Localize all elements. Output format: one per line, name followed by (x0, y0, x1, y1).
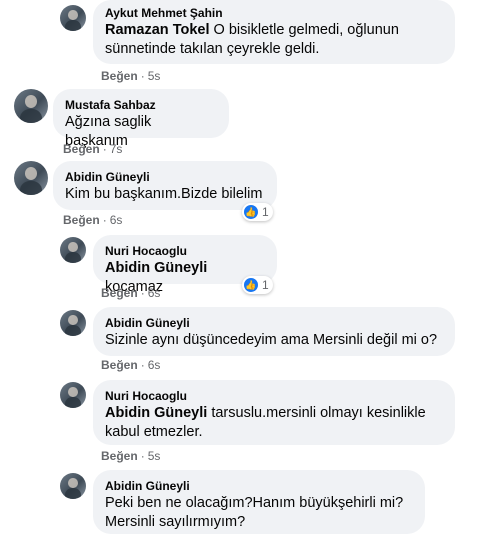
like-reaction-icon: 👍 (244, 205, 258, 219)
comment-time[interactable]: 5s (148, 69, 161, 83)
avatar[interactable] (14, 89, 48, 123)
reaction-count[interactable]: 👍 1 (242, 276, 273, 294)
comment-time[interactable]: 6s (110, 213, 123, 227)
avatar[interactable] (60, 473, 86, 499)
like-button[interactable]: Beğen (101, 69, 138, 83)
comment-bubble: Abidin Güneyli Peki ben ne olacağım?Hanı… (93, 470, 425, 534)
comment-meta: Beğen · 5s (101, 449, 161, 463)
comment-time[interactable]: 5s (148, 449, 161, 463)
avatar[interactable] (60, 237, 86, 263)
comment-text: Kim bu başkanım.Bizde bilelim (65, 186, 263, 202)
comment-bubble: Nuri Hocaoglu Abidin Güneyli tarsuslu.me… (93, 380, 455, 445)
mention-link[interactable]: Abidin Güneyli (105, 260, 207, 276)
like-button[interactable]: Beğen (101, 449, 138, 463)
comment-author[interactable]: Nuri Hocaoglu (105, 388, 443, 404)
comment-author[interactable]: Abidin Güneyli (65, 169, 265, 185)
comment-bubble: Abidin Güneyli Sizinle aynı düşüncedeyim… (93, 307, 455, 356)
comment-bubble: Abidin Güneyli Kim bu başkanım.Bizde bil… (53, 161, 277, 210)
comment-bubble: Mustafa Sahbaz Ağzına saglik başkanım (53, 89, 229, 149)
avatar[interactable] (60, 310, 86, 336)
comment-bubble: Aykut Mehmet Şahin Ramazan Tokel O bisik… (93, 0, 455, 64)
comment-author[interactable]: Mustafa Sahbaz (65, 97, 217, 113)
reaction-count[interactable]: 👍 1 (242, 203, 273, 221)
comment-author[interactable]: Abidin Güneyli (105, 315, 443, 331)
comment-text: Peki ben ne olacağım?Hanım büyükşehirli … (105, 495, 404, 530)
like-button[interactable]: Beğen (63, 142, 100, 156)
like-button[interactable]: Beğen (63, 213, 100, 227)
mention-link[interactable]: Abidin Güneyli (105, 405, 207, 421)
avatar[interactable] (14, 161, 48, 195)
comment-meta: Beğen · 6s (101, 358, 161, 372)
like-button[interactable]: Beğen (101, 286, 138, 300)
comment-meta: Beğen · 6s (101, 286, 161, 300)
like-button[interactable]: Beğen (101, 358, 138, 372)
avatar[interactable] (60, 5, 86, 31)
comment-text: Ramazan Tokel O bisikletle gelmedi, oğlu… (105, 22, 399, 57)
comment-meta: Beğen · 7s (63, 142, 123, 156)
like-reaction-icon: 👍 (244, 278, 258, 292)
comment-text: Abidin Güneyli tarsuslu.mersinli olmayı … (105, 405, 426, 440)
comment-author[interactable]: Aykut Mehmet Şahin (105, 5, 443, 21)
comment-author[interactable]: Nuri Hocaoglu (105, 243, 265, 259)
avatar[interactable] (60, 382, 86, 408)
mention-link[interactable]: Ramazan Tokel (105, 22, 210, 38)
comment-meta: Beğen · 6s (63, 213, 123, 227)
comment-author[interactable]: Abidin Güneyli (105, 478, 413, 494)
comment-meta: Beğen · 5s (101, 69, 161, 83)
comment-text: Sizinle aynı düşüncedeyim ama Mersinli d… (105, 332, 438, 348)
comment-time[interactable]: 7s (110, 142, 123, 156)
comment-time[interactable]: 6s (148, 286, 161, 300)
comment-time[interactable]: 6s (148, 358, 161, 372)
